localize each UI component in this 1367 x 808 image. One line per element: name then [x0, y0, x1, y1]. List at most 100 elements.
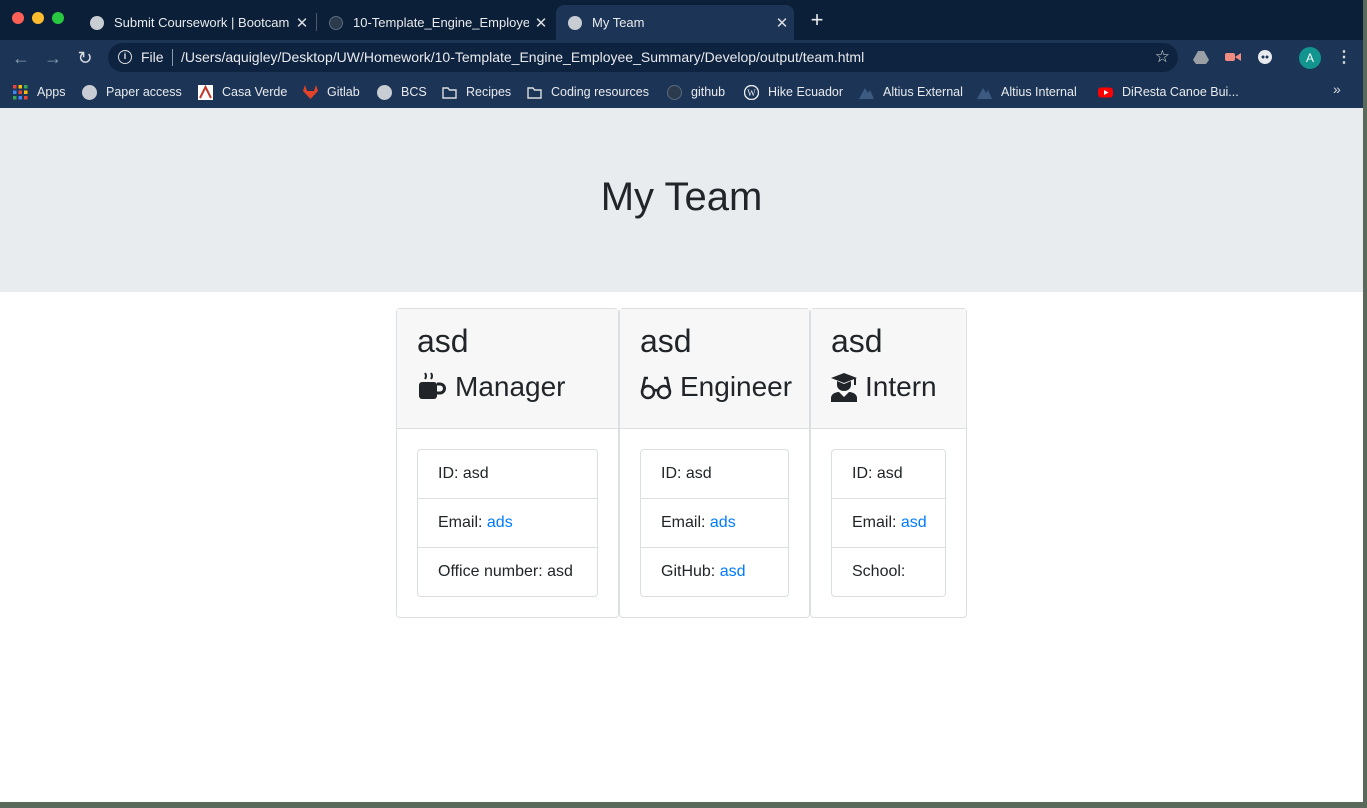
email-label: Email: — [852, 514, 901, 531]
tab-close-icon[interactable]: ✕ — [770, 14, 794, 32]
google-drive-icon[interactable] — [1193, 49, 1209, 65]
card-header: asd Engineer — [620, 309, 809, 429]
email-link[interactable]: ads — [710, 514, 736, 531]
graduate-icon — [831, 373, 857, 402]
id-value: asd — [876, 465, 903, 482]
details-list: ID: asd Email: asd School: — [831, 449, 946, 597]
employee-role: Engineer — [640, 371, 792, 403]
bookmark-label: DiResta Canoe Bui... — [1122, 85, 1239, 99]
reload-button[interactable]: ↻ — [73, 46, 97, 70]
page-content: My Team asd Manager ID: asd Email: ads O… — [0, 108, 1363, 802]
bookmark-gitlab[interactable]: Gitlab — [303, 81, 360, 103]
employee-name: asd — [831, 323, 883, 359]
omnibox-divider — [172, 49, 173, 66]
screencastify-icon[interactable] — [1225, 49, 1241, 65]
details-list: ID: asd Email: ads Office number: asd — [417, 449, 598, 597]
globe-icon — [90, 15, 104, 30]
tab-close-icon[interactable]: ✕ — [290, 14, 314, 32]
tab-title: My Team — [592, 15, 645, 30]
bookmarks-overflow-button[interactable]: » — [1333, 81, 1341, 97]
id-value: asd — [685, 465, 712, 482]
browser-window: Submit Coursework | Bootcamp ✕ 10-Templa… — [0, 0, 1363, 802]
menu-icon[interactable]: ⋮ — [1336, 47, 1352, 69]
globe-icon — [377, 84, 392, 100]
scheme-label: File — [141, 49, 164, 65]
email-row: Email: ads — [641, 499, 788, 548]
employee-name: asd — [640, 323, 692, 359]
svg-text:W: W — [747, 88, 756, 98]
bookmark-coding-resources[interactable]: Coding resources — [527, 81, 649, 103]
bookmark-paper-access[interactable]: Paper access — [82, 81, 182, 103]
office-number-row: Office number: asd — [418, 548, 597, 596]
github-icon — [329, 15, 343, 30]
employee-name: asd — [417, 323, 469, 359]
school-row: School: — [832, 548, 945, 596]
bookmark-recipes[interactable]: Recipes — [442, 81, 511, 103]
github-link[interactable]: asd — [720, 563, 746, 580]
url-text[interactable]: /Users/aquigley/Desktop/UW/Homework/10-T… — [181, 49, 864, 65]
tab-strip: Submit Coursework | Bootcamp ✕ 10-Templa… — [0, 0, 1363, 40]
email-row: Email: ads — [418, 499, 597, 548]
tab-my-team[interactable]: My Team ✕ — [556, 5, 794, 40]
email-link[interactable]: asd — [901, 514, 927, 531]
gitlab-icon — [303, 84, 318, 99]
forward-button[interactable]: → — [41, 46, 65, 70]
bookmark-github[interactable]: github — [667, 81, 725, 103]
folder-icon — [442, 86, 457, 99]
casa-verde-icon — [198, 84, 213, 100]
profile-avatar[interactable]: A — [1299, 47, 1321, 69]
site-info-icon[interactable]: i — [118, 50, 132, 64]
bookmark-label: Coding resources — [551, 85, 649, 99]
youtube-icon — [1098, 87, 1113, 97]
tab-close-icon[interactable]: ✕ — [529, 14, 553, 32]
altius-icon — [859, 87, 874, 99]
card-header: asd Intern — [811, 309, 966, 429]
bookmark-label: Altius External — [883, 85, 963, 99]
employee-card-intern: asd Intern ID: asd Email: asd School: — [810, 308, 967, 618]
maximize-window-button[interactable] — [52, 12, 64, 24]
back-button[interactable]: ← — [9, 46, 33, 70]
bookmark-diresta-canoe[interactable]: DiResta Canoe Bui... — [1098, 81, 1239, 103]
new-tab-button[interactable]: + — [806, 9, 828, 31]
bookmark-label: BCS — [401, 85, 427, 99]
id-label: ID: — [852, 465, 877, 482]
id-value: asd — [462, 465, 489, 482]
bookmark-hike-ecuador[interactable]: W Hike Ecuador — [744, 81, 843, 103]
bookmark-bcs[interactable]: BCS — [377, 81, 427, 103]
bookmark-label: Recipes — [466, 85, 512, 99]
details-list: ID: asd Email: ads GitHub: asd — [640, 449, 789, 597]
bookmark-label: Apps — [37, 85, 66, 99]
bookmark-label: github — [691, 85, 726, 99]
email-label: Email: — [661, 514, 710, 531]
close-window-button[interactable] — [12, 12, 24, 24]
bookmark-altius-external[interactable]: Altius External — [859, 81, 963, 103]
id-row: ID: asd — [418, 450, 597, 499]
bookmark-altius-internal[interactable]: Altius Internal — [977, 81, 1077, 103]
email-label: Email: — [438, 514, 487, 531]
email-link[interactable]: ads — [487, 514, 513, 531]
bookmark-casa-verde[interactable]: Casa Verde — [198, 81, 287, 103]
globe-icon — [568, 15, 582, 30]
tab-submit-coursework[interactable]: Submit Coursework | Bootcamp ✕ — [78, 5, 314, 40]
bookmarks-bar: Apps Paper access Casa Verde Gitlab BCS … — [0, 76, 1363, 108]
folder-icon — [527, 86, 542, 99]
apps-grid-icon — [13, 84, 28, 99]
tab-template-engine[interactable]: 10-Template_Engine_Employee_Summary ✕ — [317, 5, 553, 40]
id-label: ID: — [438, 465, 463, 482]
jumbotron-header: My Team — [0, 108, 1363, 292]
bookmark-star-icon[interactable]: ☆ — [1155, 47, 1170, 67]
bookmark-apps[interactable]: Apps — [13, 81, 66, 103]
employee-role: Intern — [831, 371, 937, 403]
address-bar[interactable]: i File /Users/aquigley/Desktop/UW/Homewo… — [108, 43, 1178, 72]
extension-icon[interactable] — [1257, 49, 1273, 65]
minimize-window-button[interactable] — [32, 12, 44, 24]
role-label: Engineer — [680, 371, 793, 402]
wordpress-icon: W — [744, 84, 759, 100]
tab-title: 10-Template_Engine_Employee_Summary — [353, 15, 529, 30]
school-label: School: — [852, 563, 906, 580]
browser-toolbar: ← → ↻ i File /Users/aquigley/Desktop/UW/… — [0, 40, 1363, 76]
bookmark-label: Casa Verde — [222, 85, 288, 99]
employee-card-engineer: asd Engineer ID: asd Email: ads GitHub: … — [619, 308, 810, 618]
id-label: ID: — [661, 465, 686, 482]
employee-card-manager: asd Manager ID: asd Email: ads Office nu… — [396, 308, 619, 618]
